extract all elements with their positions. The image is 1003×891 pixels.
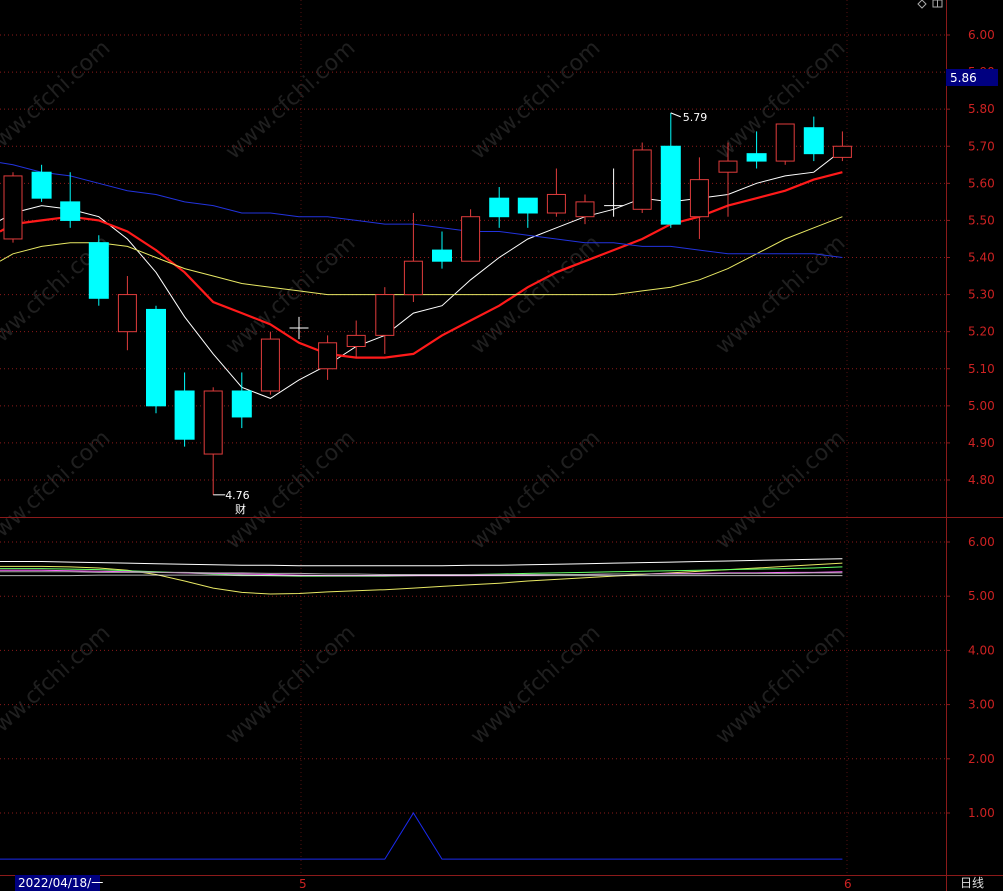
- indicator-line-6: [0, 574, 843, 577]
- y-tick-label: 5.80: [968, 102, 995, 116]
- candle-body: [231, 390, 252, 418]
- y-tick-label: 5.30: [968, 288, 995, 302]
- finance-marker: 财: [235, 502, 246, 516]
- y-tick-label: 5.50: [968, 213, 995, 227]
- indicator-y-tick-label: 2.00: [968, 752, 995, 766]
- high-price-label: 5.79: [683, 111, 708, 124]
- timeframe-label[interactable]: 日线: [960, 876, 984, 890]
- candle-body: [546, 193, 566, 214]
- candle-body: [746, 153, 767, 162]
- candle-body: [403, 260, 423, 296]
- y-tick-label: 5.70: [968, 139, 995, 153]
- candle-body: [60, 201, 81, 221]
- candle-body: [461, 216, 481, 262]
- indicator-y-tick-label: 4.00: [968, 643, 995, 657]
- candle-body: [346, 334, 366, 347]
- date-label: 2022/04/18/一: [18, 876, 103, 890]
- y-tick-label: 5.00: [968, 399, 995, 413]
- candle-body: [803, 127, 824, 155]
- low-price-label: 4.76: [225, 489, 250, 502]
- candle-body: [3, 175, 23, 240]
- month-label-5: 5: [299, 877, 307, 891]
- candle-body: [575, 201, 595, 218]
- y-tick-label: 5.60: [968, 176, 995, 190]
- candle-body: [517, 197, 538, 214]
- candle-body: [318, 342, 338, 370]
- current-price-tag-text: 5.86: [950, 71, 977, 85]
- y-tick-label: 5.20: [968, 325, 995, 339]
- candlestick[interactable]: [3, 172, 23, 243]
- indicator-y-tick-label: 5.00: [968, 589, 995, 603]
- indicator-y-tick-label: 6.00: [968, 535, 995, 549]
- indicator-y-tick-label: 3.00: [968, 698, 995, 712]
- candlestick[interactable]: [632, 142, 652, 213]
- y-tick-label: 6.00: [968, 28, 995, 42]
- candle-body: [660, 145, 681, 225]
- candle-body: [88, 242, 109, 299]
- candle-body: [489, 197, 510, 218]
- candle-body: [260, 338, 280, 392]
- candle-body: [432, 249, 452, 262]
- candlestick[interactable]: [146, 305, 166, 414]
- candlestick[interactable]: [260, 331, 280, 395]
- candlestick[interactable]: [775, 123, 795, 165]
- indicator-y-tick-label: 1.00: [968, 806, 995, 820]
- candle-body: [775, 123, 795, 162]
- candle-body: [718, 160, 738, 173]
- candle-body: [375, 294, 395, 336]
- candle-body: [632, 149, 652, 210]
- candlestick[interactable]: [88, 235, 109, 306]
- y-tick-label: 5.10: [968, 362, 995, 376]
- stock-chart[interactable]: www.cfchi.com www.cfchi.com www.cfchi.com w…: [0, 0, 1003, 891]
- candle-body: [31, 171, 52, 199]
- y-tick-label: 4.90: [968, 436, 995, 450]
- candle-body: [117, 294, 137, 333]
- month-label-6: 6: [844, 877, 852, 891]
- candle-body: [203, 390, 223, 455]
- y-tick-label: 4.80: [968, 473, 995, 487]
- candle-body: [689, 179, 709, 218]
- y-tick-label: 5.40: [968, 251, 995, 265]
- candle-body: [174, 390, 195, 440]
- candle-body: [832, 145, 852, 158]
- candle-body: [146, 308, 166, 407]
- candlestick[interactable]: [461, 209, 481, 262]
